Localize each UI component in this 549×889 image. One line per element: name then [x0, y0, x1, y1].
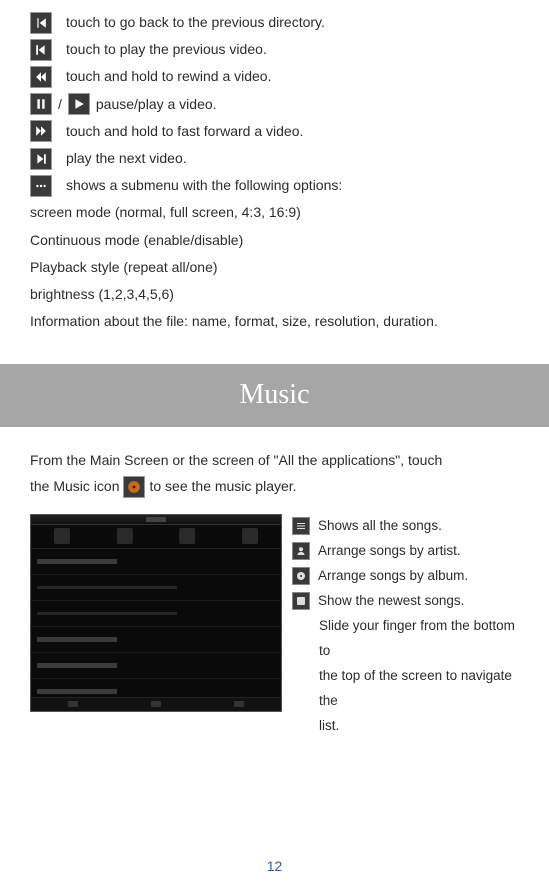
back-text: touch to go back to the previous directo…: [66, 10, 325, 35]
album-icon: [292, 567, 310, 585]
all-songs-icon: [292, 517, 310, 535]
page-number: 12: [0, 854, 549, 879]
next-video-icon: [30, 148, 52, 170]
music-player-screenshot: [30, 514, 282, 712]
music-intro-line1: From the Main Screen or the screen of "A…: [30, 447, 519, 474]
play-icon: [68, 93, 90, 115]
rewind-text: touch and hold to rewind a video.: [66, 64, 271, 89]
newest-text: Show the newest songs.: [318, 589, 519, 614]
pause-play-text: pause/play a video.: [96, 92, 217, 117]
music-intro-before-icon: the Music icon: [30, 473, 119, 500]
menu-icon: [30, 175, 52, 197]
prev-video-icon: [30, 39, 52, 61]
submenu-line-4: brightness (1,2,3,4,5,6): [30, 282, 519, 307]
album-text: Arrange songs by album.: [318, 564, 519, 589]
newest-icon: [292, 592, 310, 610]
pause-icon: [30, 93, 52, 115]
fast-forward-icon: [30, 120, 52, 142]
submenu-line-1: screen mode (normal, full screen, 4:3, 1…: [30, 200, 519, 225]
all-songs-text: Shows all the songs.: [318, 514, 519, 539]
music-intro-after-icon: to see the music player.: [149, 473, 296, 500]
ffwd-text: touch and hold to fast forward a video.: [66, 119, 303, 144]
back-icon: [30, 12, 52, 34]
slide-text-1: Slide your finger from the bottom to: [292, 614, 519, 664]
artist-text: Arrange songs by artist.: [318, 539, 519, 564]
section-title-music: Music: [0, 364, 549, 426]
submenu-line-2: Continuous mode (enable/disable): [30, 228, 519, 253]
pause-play-sep: /: [58, 92, 62, 117]
prev-video-text: touch to play the previous video.: [66, 37, 267, 62]
submenu-line-3: Playback style (repeat all/one): [30, 255, 519, 280]
menu-text: shows a submenu with the following optio…: [66, 173, 342, 198]
artist-icon: [292, 542, 310, 560]
slide-text-3: list.: [292, 714, 519, 739]
slide-text-2: the top of the screen to navigate the: [292, 664, 519, 714]
music-app-icon: [123, 476, 145, 498]
submenu-line-5: Information about the file: name, format…: [30, 309, 519, 334]
next-video-text: play the next video.: [66, 146, 187, 171]
rewind-icon: [30, 66, 52, 88]
